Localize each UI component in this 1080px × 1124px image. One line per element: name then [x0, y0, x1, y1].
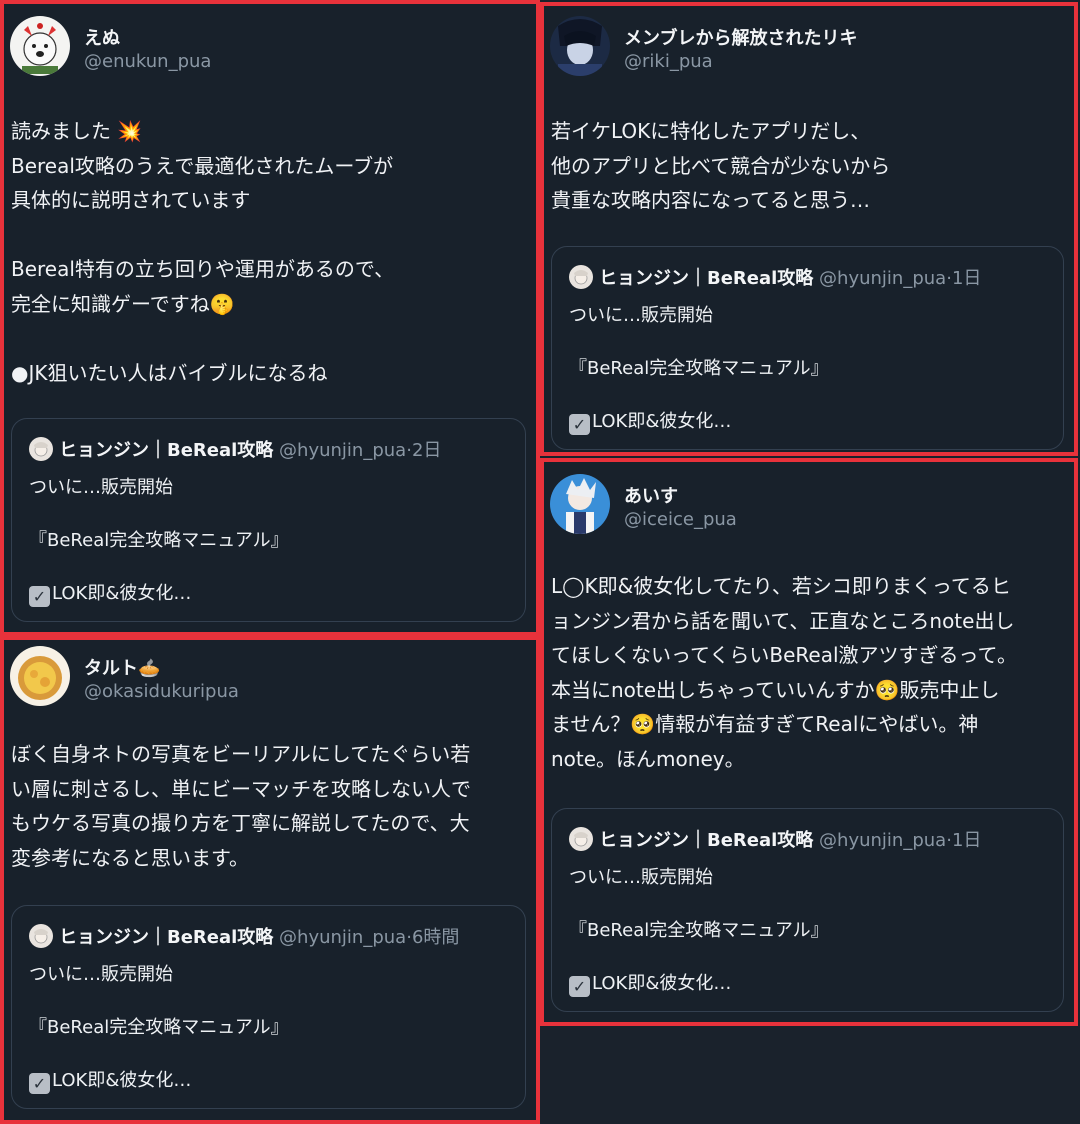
- post-text-line: [11, 218, 526, 253]
- post-text: ぼく自身ネトの写真をビーリアルにしてたぐらい若 い層に刺さるし、単にビーマッチを…: [11, 737, 526, 875]
- quoted-text-line: ✓ LOK即&彼女化…: [569, 407, 731, 435]
- post-text-line: L◯K即&彼女化してたり、若シコ即りまくってるヒ: [551, 574, 1011, 598]
- quoted-tweet[interactable]: ヒョンジン｜BeReal攻略 @hyunjin_pua·1日 ついに…販売開始 …: [551, 246, 1064, 450]
- post-text-line: もウケる写真の撮り方を丁寧に解説してたので、大: [11, 811, 470, 835]
- quoted-tweet-header: ヒョンジン｜BeReal攻略 @hyunjin_pua·2日: [29, 436, 517, 462]
- post-text-line: 完全に知識ゲーですね🤫: [11, 291, 235, 316]
- display-name[interactable]: あいす: [624, 482, 678, 508]
- quoted-display-name: ヒョンジン｜BeReal攻略: [59, 927, 274, 948]
- quoted-tweet-header: ヒョンジン｜BeReal攻略 @hyunjin_pua·1日: [569, 826, 1055, 852]
- post-text-line: ません？🥺情報が有益すぎてRealにやばい。神: [551, 712, 979, 736]
- quoted-text-line: 『BeReal完全攻略マニュアル』: [29, 1017, 289, 1038]
- quoted-text-line: ついに…販売開始: [29, 964, 173, 985]
- post-text-line: 若イケLOKに特化したアプリだし、: [551, 119, 871, 143]
- display-name[interactable]: えぬ: [84, 24, 120, 50]
- avatar: [569, 265, 593, 289]
- quoted-display-name: ヒョンジン｜BeReal攻略: [599, 830, 814, 851]
- post-header: あいす @iceice_pua: [550, 474, 1064, 536]
- quoted-handle: @hyunjin_pua: [279, 927, 407, 948]
- post-text-line: note。ほんmoney。: [551, 746, 745, 771]
- quoted-display-name: ヒョンジン｜BeReal攻略: [59, 440, 274, 461]
- quoted-text: LOK即&彼女化…: [52, 1070, 192, 1091]
- quoted-tweet[interactable]: ヒョンジン｜BeReal攻略 @hyunjin_pua·2日 ついに…販売開始 …: [11, 418, 526, 622]
- post-text-line: 具体的に説明されています: [11, 188, 251, 212]
- quoted-handle: @hyunjin_pua: [279, 440, 407, 461]
- quoted-tweet[interactable]: ヒョンジン｜BeReal攻略 @hyunjin_pua·1日 ついに…販売開始 …: [551, 808, 1064, 1012]
- quoted-timestamp: 2日: [411, 440, 442, 461]
- post-text-line: [11, 321, 526, 356]
- post-text: 読みました 💥 Bereal攻略のうえで最適化されたムーブが 具体的に説明されて…: [11, 114, 526, 390]
- check-mark-icon: ✓: [29, 586, 50, 607]
- check-mark-icon: ✓: [29, 1073, 50, 1094]
- check-mark-icon: ✓: [569, 976, 590, 997]
- quoted-text-line: ✓ LOK即&彼女化…: [29, 1066, 191, 1094]
- quoted-display-name: ヒョンジン｜BeReal攻略: [599, 268, 814, 289]
- user-handle[interactable]: @riki_pua: [624, 51, 713, 72]
- post-header: えぬ @enukun_pua: [10, 16, 526, 78]
- quoted-tweet-header: ヒョンジン｜BeReal攻略 @hyunjin_pua·6時間: [29, 923, 517, 949]
- post-text-line: 読みました 💥: [11, 119, 143, 143]
- quoted-timestamp: 6時間: [411, 927, 460, 948]
- quoted-text-line: 『BeReal完全攻略マニュアル』: [569, 920, 829, 941]
- user-handle[interactable]: @enukun_pua: [84, 51, 211, 72]
- post-text-line: Bereal特有の立ち回りや運用があるので、: [11, 257, 395, 281]
- quoted-text: LOK即&彼女化…: [52, 583, 192, 604]
- post-text-line: い層に刺さるし、単にビーマッチを攻略しない人で: [11, 776, 471, 801]
- post-card-taruto[interactable]: タルト🥧 @okasidukuripua ぼく自身ネトの写真をビーリアルにしてた…: [0, 636, 540, 1124]
- post-text: 若イケLOKに特化したアプリだし、 他のアプリと比べて競合が少ないから 貴重な攻…: [551, 114, 1064, 218]
- quoted-text-line: ✓ LOK即&彼女化…: [569, 969, 731, 997]
- quoted-timestamp: 1日: [951, 268, 982, 289]
- quoted-text-line: ついに…販売開始: [569, 867, 713, 888]
- avatar[interactable]: [550, 16, 610, 76]
- quoted-tweet-header: ヒョンジン｜BeReal攻略 @hyunjin_pua·1日: [569, 264, 1055, 290]
- post-header: メンブレから解放されたリキ @riki_pua: [550, 16, 1064, 78]
- display-name[interactable]: メンブレから解放されたリキ: [624, 24, 857, 50]
- post-text-line: 他のアプリと比べて競合が少ないから: [551, 153, 891, 178]
- quoted-text-line: 『BeReal完全攻略マニュアル』: [29, 530, 289, 551]
- quoted-text: LOK即&彼女化…: [592, 973, 732, 994]
- avatar[interactable]: [10, 646, 70, 706]
- avatar: [569, 827, 593, 851]
- post-text-line: 変参考になると思います。: [11, 845, 249, 870]
- avatar[interactable]: [550, 474, 610, 534]
- post-text-line: てほしくないってくらいBeReal激アツすぎるって。: [551, 643, 1017, 667]
- quoted-text-line: ついに…販売開始: [569, 305, 713, 326]
- quoted-handle: @hyunjin_pua: [819, 268, 947, 289]
- quoted-timestamp: 1日: [951, 830, 982, 851]
- post-text-line: ョンジン君から話を聞いて、正直なところnote出し: [551, 608, 1015, 633]
- check-mark-icon: ✓: [569, 414, 590, 435]
- post-card-aisu[interactable]: あいす @iceice_pua L◯K即&彼女化してたり、若シコ即りまくってるヒ…: [540, 458, 1078, 1026]
- quoted-text: LOK即&彼女化…: [592, 411, 732, 432]
- post-text-line: 本当にnote出しちゃっていいんすか🥺販売中止し: [551, 677, 1000, 702]
- quoted-text-line: ✓ LOK即&彼女化…: [29, 579, 191, 607]
- avatar[interactable]: [10, 16, 70, 76]
- user-handle[interactable]: @okasidukuripua: [84, 681, 239, 702]
- post-text: L◯K即&彼女化してたり、若シコ即りまくってるヒ ョンジン君から話を聞いて、正直…: [551, 569, 1064, 776]
- post-card-enu[interactable]: えぬ @enukun_pua 読みました 💥 Bereal攻略のうえで最適化され…: [0, 0, 540, 636]
- post-text-line: ぼく自身ネトの写真をビーリアルにしてたぐらい若: [11, 742, 471, 766]
- quoted-handle: @hyunjin_pua: [819, 830, 947, 851]
- post-text-line: ●JK狙いたい人はバイブルになるね: [11, 360, 328, 385]
- post-header: タルト🥧 @okasidukuripua: [10, 646, 526, 708]
- quoted-tweet[interactable]: ヒョンジン｜BeReal攻略 @hyunjin_pua·6時間 ついに…販売開始…: [11, 905, 526, 1109]
- avatar: [29, 437, 53, 461]
- user-handle[interactable]: @iceice_pua: [624, 509, 737, 530]
- avatar: [29, 924, 53, 948]
- post-card-riki[interactable]: メンブレから解放されたリキ @riki_pua 若イケLOKに特化したアプリだし…: [540, 2, 1078, 456]
- post-text-line: 貴重な攻略内容になってると思う…: [551, 188, 870, 212]
- display-name[interactable]: タルト🥧: [84, 654, 160, 680]
- quoted-text-line: 『BeReal完全攻略マニュアル』: [569, 358, 829, 379]
- post-text-line: Bereal攻略のうえで最適化されたムーブが: [11, 153, 394, 178]
- quoted-text-line: ついに…販売開始: [29, 477, 173, 498]
